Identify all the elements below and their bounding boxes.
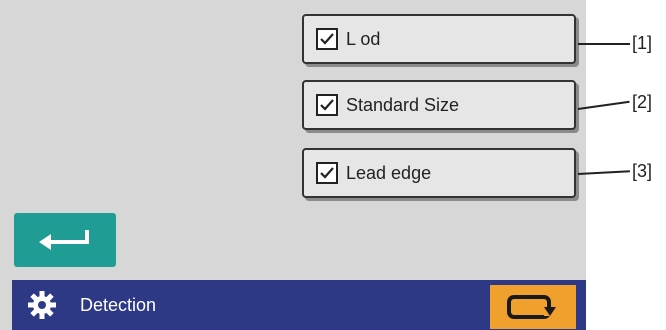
lead-edge-label: Lead edge <box>346 162 432 183</box>
option-lead-edge[interactable]: Lead edge <box>302 148 576 198</box>
status-bar: Detection <box>12 280 586 330</box>
option-load[interactable]: L od <box>302 14 576 64</box>
cycle-button[interactable] <box>490 285 576 329</box>
standard-size-checkbox[interactable] <box>316 94 338 116</box>
callout-label-2: [2] <box>632 92 653 112</box>
option-standard-size[interactable]: Standard Size <box>302 80 576 130</box>
callout-line-1 <box>578 43 630 45</box>
check-icon <box>320 33 334 45</box>
cycle-icon <box>507 295 556 319</box>
check-icon <box>320 167 334 179</box>
detection-screen: L od Standard Size Lead edge Detection <box>0 0 586 330</box>
load-label: L od <box>346 28 381 49</box>
check-icon <box>320 99 334 111</box>
return-arrow-icon <box>39 230 89 250</box>
gear-icon[interactable] <box>26 289 58 321</box>
standard-size-label: Standard Size <box>346 94 460 115</box>
return-button[interactable] <box>14 213 116 267</box>
callout-label-3: [3] <box>632 161 653 181</box>
callout-label-1: [1] <box>632 33 653 53</box>
load-checkbox[interactable] <box>316 28 338 50</box>
lead-edge-checkbox[interactable] <box>316 162 338 184</box>
screen-title: Detection <box>80 294 157 315</box>
